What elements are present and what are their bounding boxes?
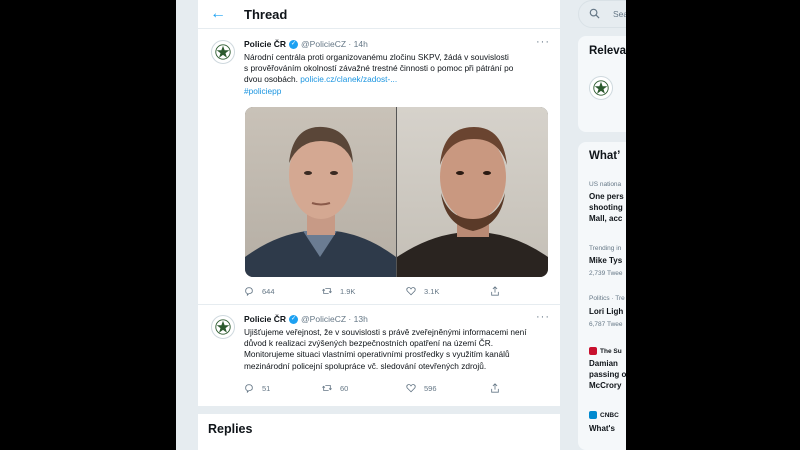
search-box[interactable]: Sea — [578, 0, 626, 28]
hashtag-link[interactable]: #policiepp — [244, 86, 544, 97]
share-button[interactable] — [490, 286, 508, 296]
author-name[interactable]: Policie ČR — [244, 39, 286, 49]
retweet-count: 60 — [340, 383, 349, 393]
heart-icon — [406, 384, 416, 393]
replies-section: Replies — [198, 406, 560, 450]
like-button[interactable]: 596 — [406, 383, 437, 393]
tweet-time[interactable]: 14h — [354, 39, 368, 49]
tweet-text: Ujišťujeme veřejnost, že v souvislosti s… — [244, 327, 544, 372]
avatar[interactable] — [211, 40, 235, 64]
trend-context: US nationa — [589, 181, 622, 188]
trend-count: 6,787 Twee — [589, 321, 623, 328]
police-star-icon — [215, 44, 231, 60]
avatar[interactable] — [589, 76, 613, 100]
heart-icon — [406, 287, 416, 296]
avatar[interactable] — [211, 315, 235, 339]
like-count: 3.1K — [424, 286, 440, 296]
tweet-line: dvou osobách. policie.cz/clanek/zadost-.… — [244, 74, 398, 85]
retweet-button[interactable]: 60 — [322, 383, 348, 393]
more-options-icon[interactable]: ··· — [536, 36, 550, 48]
trend-count: 2,739 Twee — [589, 270, 623, 277]
more-options-icon[interactable]: ··· — [536, 311, 550, 323]
whats-happening-panel: What’ US nationa One pers shooting Mall,… — [578, 142, 626, 450]
trend-item[interactable]: One pers shooting Mall, acc — [589, 191, 624, 224]
news-item[interactable]: Damian passing o McCrory — [589, 358, 626, 391]
verified-icon: ✓ — [289, 39, 299, 49]
photo-left[interactable] — [245, 107, 396, 277]
retweet-count: 1.9K — [340, 286, 356, 296]
tweet-2[interactable]: Policie ČR ✓ @PolicieCZ · 13h ··· Ujišťu… — [198, 305, 560, 401]
police-star-icon — [593, 80, 609, 96]
verified-icon: ✓ — [289, 314, 299, 324]
trend-item[interactable]: Mike Tys — [589, 255, 622, 266]
relevant-title: Releva — [589, 45, 626, 57]
thread-header: ← Thread — [198, 0, 560, 29]
replies-title: Replies — [208, 422, 253, 436]
retweet-icon — [322, 288, 332, 294]
news-source: CNBC — [589, 411, 619, 419]
retweet-button[interactable]: 1.9K — [322, 286, 355, 296]
news-source: The Su — [589, 347, 622, 355]
photo-right[interactable] — [397, 107, 548, 277]
reply-icon — [245, 384, 253, 393]
tweet-line: důvod k realizaci zvýšených bezpečnostní… — [244, 338, 494, 349]
news-logo-icon — [589, 411, 597, 419]
author-name[interactable]: Policie ČR — [244, 314, 286, 324]
police-star-icon — [215, 319, 231, 335]
retweet-icon — [322, 385, 332, 391]
news-logo-icon — [589, 347, 597, 355]
tweet-meta: Policie ČR ✓ @PolicieCZ · 13h — [244, 314, 368, 324]
author-handle[interactable]: @PolicieCZ — [301, 39, 346, 49]
trend-context: Trending in — [589, 245, 622, 252]
page-title: Thread — [244, 6, 288, 22]
tweet-time[interactable]: 13h — [354, 314, 368, 324]
tweet-line: s prověřováním okolností závažné trestné… — [244, 63, 514, 74]
back-arrow-icon[interactable]: ← — [208, 4, 228, 24]
trend-context: Politics · Tre — [589, 295, 625, 302]
tweet-link[interactable]: policie.cz/clanek/zadost-... — [300, 74, 397, 84]
tweet-text: Národní centrála proti organizovanému zl… — [244, 52, 544, 97]
search-input[interactable]: Sea — [613, 9, 626, 19]
share-icon — [491, 383, 499, 393]
tweet-line: Ujišťujeme veřejnost, že v souvislosti s… — [244, 327, 527, 337]
share-icon — [491, 286, 499, 296]
thread-column: ← Thread Policie ČR ✓ @PolicieCZ · 14h ·… — [198, 0, 560, 450]
search-icon — [589, 8, 600, 19]
trend-item[interactable]: Lori Ligh — [589, 306, 623, 317]
tweet-photo[interactable] — [245, 107, 548, 277]
tweet-meta: Policie ČR ✓ @PolicieCZ · 14h — [244, 39, 368, 49]
like-button[interactable]: 3.1K — [406, 286, 439, 296]
tweet-line: Monitorujeme situaci vlastními operativn… — [244, 349, 510, 360]
twitter-app: ← Thread Policie ČR ✓ @PolicieCZ · 14h ·… — [176, 0, 626, 450]
author-handle[interactable]: @PolicieCZ — [301, 314, 346, 324]
share-button[interactable] — [490, 383, 508, 393]
reply-button[interactable]: 644 — [244, 286, 275, 296]
reply-button[interactable]: 51 — [244, 383, 270, 393]
reply-count: 51 — [262, 383, 271, 393]
reply-count: 644 — [262, 286, 275, 296]
tweet-line: Národní centrála proti organizovanému zl… — [244, 52, 509, 62]
like-count: 596 — [424, 383, 437, 393]
tweet-line: mezinárodní policejní spolupráce vč. sle… — [244, 360, 487, 371]
reply-icon — [245, 287, 253, 296]
tweet-1[interactable]: Policie ČR ✓ @PolicieCZ · 14h ··· Národn… — [198, 28, 560, 304]
right-sidebar: Sea Releva What’ US nationa One pers sho… — [576, 0, 626, 450]
relevant-people-panel: Releva — [578, 36, 626, 132]
whats-happening-title: What’ — [589, 150, 621, 162]
news-item[interactable]: What's — [589, 423, 615, 434]
